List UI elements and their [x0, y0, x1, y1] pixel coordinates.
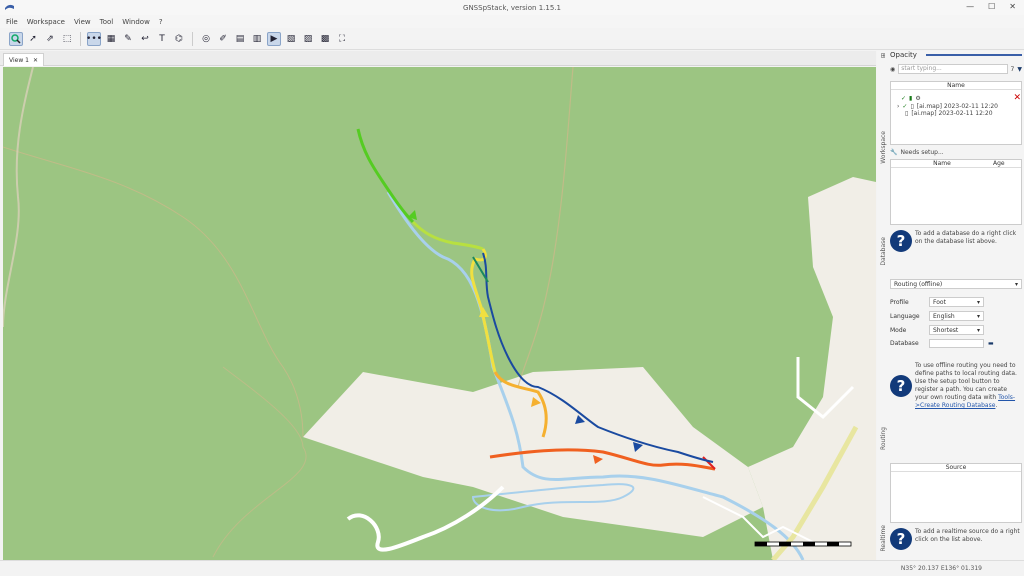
routing-help: To use offline routing you need to defin… — [915, 362, 1017, 409]
close-icon[interactable]: ✕ — [33, 57, 38, 64]
menu-tool[interactable]: Tool — [100, 18, 114, 26]
note-icon[interactable]: ▧ — [284, 32, 298, 46]
route-icon[interactable]: ➚ — [26, 32, 40, 46]
menu-help[interactable]: ? — [159, 18, 163, 26]
database-help: To add a database do a right click on th… — [915, 230, 1017, 245]
menu-workspace[interactable]: Workspace — [27, 18, 65, 26]
menu-bar: File Workspace View Tool Window ? — [0, 15, 1024, 28]
track-icon[interactable]: ⇗ — [43, 32, 57, 46]
realtime-col-source: Source — [891, 464, 1021, 472]
note-icon[interactable]: ▩ — [318, 32, 332, 46]
curve-icon[interactable]: ↩ — [138, 32, 152, 46]
right-dock: ⊞ Opacity ◉ start typing... 7 ▼ Workspac… — [877, 51, 1024, 560]
cursor-coordinates: N35° 20.137 E136° 01.319 — [900, 565, 982, 572]
fullscreen-icon[interactable]: ⛶ — [335, 32, 349, 46]
note-icon[interactable]: ▨ — [301, 32, 315, 46]
book-icon[interactable]: ▥ — [250, 32, 264, 46]
db-col-age: Age — [993, 160, 1005, 167]
help-icon: ? — [890, 375, 912, 397]
doc-icon[interactable]: ▤ — [233, 32, 247, 46]
circle-icon[interactable]: ◎ — [199, 32, 213, 46]
folder-icon[interactable]: ▬ — [988, 340, 994, 347]
track-segment-green — [356, 128, 415, 224]
map-canvas[interactable] — [3, 67, 876, 560]
check-icon[interactable]: ✓ — [901, 95, 906, 102]
vtab-database[interactable]: Database — [877, 147, 890, 277]
geosearch-icon: ◉ — [890, 65, 896, 73]
map-svg — [3, 67, 876, 560]
menu-file[interactable]: File — [6, 18, 18, 26]
opacity-label: Opacity — [890, 51, 917, 59]
tab-view-1[interactable]: View 1 ✕ — [3, 53, 44, 66]
status-bar: N35° 20.137 E136° 01.319 — [0, 560, 1024, 576]
help-icon: ? — [890, 230, 912, 252]
workspace-item[interactable]: [ai.map] 2023-02-11 12:20 — [911, 110, 992, 117]
workspace-item[interactable]: [ai.map] 2023-02-11 12:20 — [917, 103, 998, 110]
dots-icon[interactable]: ••• — [86, 32, 102, 46]
maximize-button[interactable]: ☐ — [988, 2, 995, 11]
database-label: Database — [890, 340, 919, 347]
project-icon: ▯ — [910, 103, 914, 110]
area-icon[interactable]: ⬚ — [60, 32, 74, 46]
title-bar: GNSSpStack, version 1.15.1 — ☐ ✕ — [0, 0, 1024, 15]
help-icon: ? — [890, 528, 912, 550]
minimize-button[interactable]: — — [966, 2, 974, 11]
edit-icon[interactable]: ✐ — [216, 32, 230, 46]
poly-icon[interactable]: ⌬ — [172, 32, 186, 46]
db-col-name: Name — [933, 160, 951, 167]
routing-engine-select[interactable]: Routing (offline) ▾ — [890, 279, 1022, 289]
close-button[interactable]: ✕ — [1009, 2, 1016, 11]
check-icon[interactable]: ✓ — [902, 103, 907, 110]
search-input[interactable]: start typing... — [898, 64, 1008, 74]
search-icon[interactable] — [9, 32, 23, 46]
mode-select[interactable]: Shortest ▾ — [929, 325, 984, 335]
language-label: Language — [890, 312, 920, 320]
pen-icon[interactable]: ✎ — [121, 32, 135, 46]
tab-label: View 1 — [9, 56, 29, 64]
close-icon[interactable]: ✕ — [1013, 93, 1021, 103]
track-segment-lime — [411, 220, 484, 251]
vtab-opacity[interactable]: ⊞ — [877, 51, 890, 67]
db-icon: ▮ — [909, 94, 913, 102]
window-title: GNSSpStack, version 1.15.1 — [463, 3, 561, 12]
database-field[interactable] — [929, 339, 984, 348]
view-tabbar: View 1 ✕ — [0, 51, 876, 66]
grid-icon[interactable]: ▦ — [104, 32, 118, 46]
gear-icon[interactable]: ⚙ — [915, 95, 920, 102]
menu-window[interactable]: Window — [122, 18, 150, 26]
filter-icon[interactable]: ▼ — [1017, 66, 1022, 73]
setup-icon[interactable]: 🔧 — [890, 149, 897, 156]
realtime-help: To add a realtime source do a right clic… — [915, 528, 1020, 543]
profile-label: Profile — [890, 298, 909, 306]
language-select[interactable]: English ▾ — [929, 311, 984, 321]
database-setup[interactable]: Needs setup... — [900, 149, 943, 156]
vtab-routing[interactable]: Routing — [877, 279, 890, 474]
mode-label: Mode — [890, 326, 907, 334]
toolbar: ➚ ⇗ ⬚ ••• ▦ ✎ ↩ T ⌬ ◎ ✐ ▤ ▥ ▶ ▧ ▨ ▩ ⛶ — [0, 29, 1024, 50]
vtab-realtime[interactable]: Realtime — [877, 461, 890, 560]
expand-icon[interactable]: › — [897, 103, 899, 110]
menu-view[interactable]: View — [74, 18, 91, 26]
project-icon: ▯ — [905, 110, 909, 117]
text-icon[interactable]: T — [155, 32, 169, 46]
select-icon[interactable]: ▶ — [267, 32, 281, 46]
result-count: 7 — [1010, 65, 1015, 73]
scale-bar — [754, 541, 852, 547]
profile-select[interactable]: Foot ▾ — [929, 297, 984, 307]
workspace-col-name: Name — [891, 82, 1021, 90]
